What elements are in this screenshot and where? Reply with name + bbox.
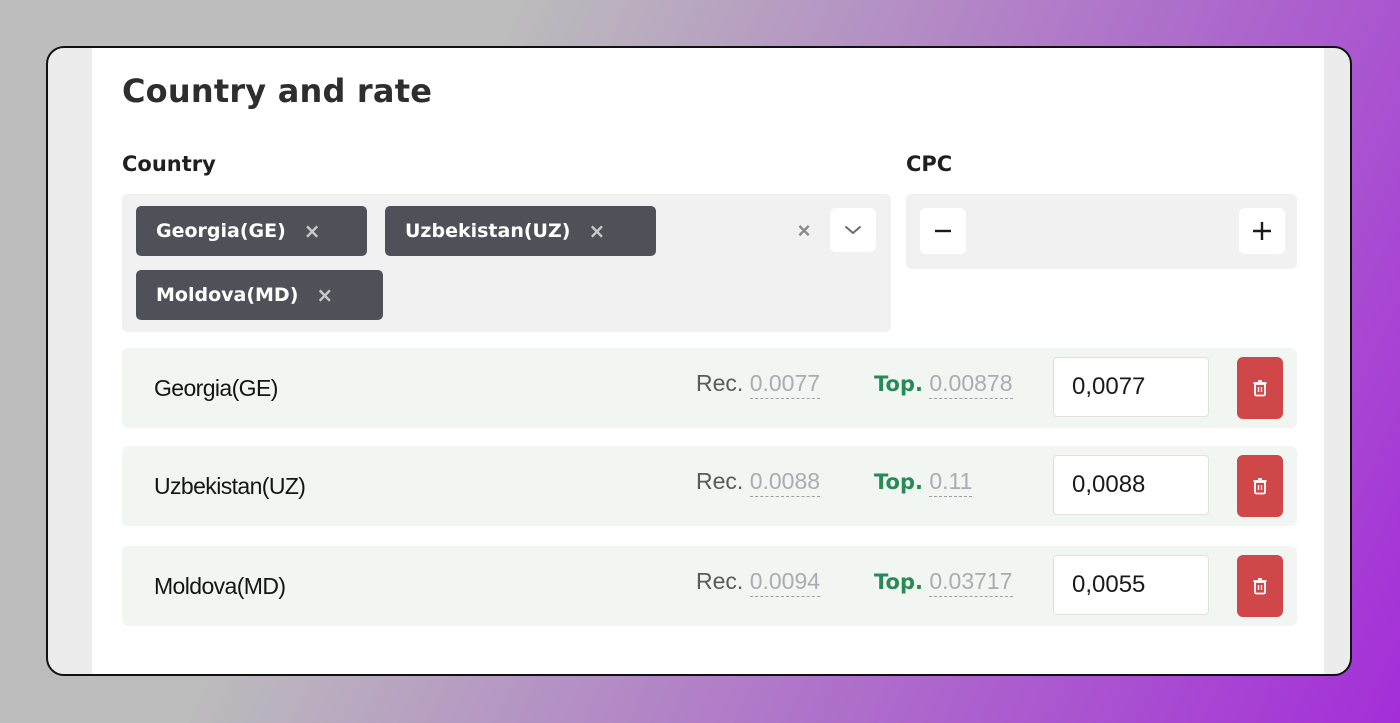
cpc-label: CPC: [906, 152, 953, 176]
top-label: Top.: [874, 372, 923, 396]
clear-all-icon[interactable]: ×: [792, 216, 816, 246]
rec-label: Rec.: [696, 468, 744, 494]
top-label: Top.: [874, 470, 923, 494]
trash-icon: [1253, 478, 1267, 495]
top-value-link[interactable]: 0.00878: [929, 370, 1013, 399]
rec-label: Rec.: [696, 568, 744, 594]
row-country-name: Uzbekistan(UZ): [154, 473, 306, 499]
top-value-link[interactable]: 0.03717: [929, 568, 1013, 597]
delete-rate-button[interactable]: [1237, 357, 1283, 419]
rec-value-link[interactable]: 0.0088: [749, 468, 821, 497]
recommended-rate: Rec. 0.0088: [696, 468, 821, 497]
delete-rate-button[interactable]: [1237, 455, 1283, 517]
rate-row: Moldova(MD) Rec. 0.0094 Top. 0.03717 0,0…: [122, 546, 1297, 626]
chip-remove-icon[interactable]: ×: [588, 219, 605, 243]
chip-label: Georgia(GE): [156, 220, 286, 242]
country-label: Country: [122, 152, 216, 176]
row-country-name: Georgia(GE): [154, 375, 278, 401]
country-rate-panel: Country and rate Country CPC Georgia(GE)…: [92, 48, 1324, 674]
plus-icon: [1253, 222, 1271, 240]
trash-icon: [1253, 578, 1267, 595]
top-value-link[interactable]: 0.11: [929, 468, 973, 497]
recommended-rate: Rec. 0.0094: [696, 568, 821, 597]
rate-input[interactable]: 0,0077: [1053, 357, 1209, 417]
country-chip-georgia: Georgia(GE) ×: [136, 206, 367, 256]
top-rate: Top. 0.00878: [874, 370, 1013, 399]
cpc-increase-button[interactable]: [1239, 208, 1285, 254]
rate-input[interactable]: 0,0088: [1053, 455, 1209, 515]
window-frame: Country and rate Country CPC Georgia(GE)…: [46, 46, 1352, 676]
country-chip-uzbekistan: Uzbekistan(UZ) ×: [385, 206, 656, 256]
rate-input[interactable]: 0,0055: [1053, 555, 1209, 615]
rec-label: Rec.: [696, 370, 744, 396]
rate-row: Georgia(GE) Rec. 0.0077 Top. 0.00878 0,0…: [122, 348, 1297, 428]
country-multiselect[interactable]: Georgia(GE) × Uzbekistan(UZ) × Moldova(M…: [122, 194, 891, 332]
chip-label: Uzbekistan(UZ): [405, 220, 571, 242]
chip-remove-icon[interactable]: ×: [316, 283, 333, 307]
top-label: Top.: [874, 570, 923, 594]
recommended-rate: Rec. 0.0077: [696, 370, 821, 399]
chip-label: Moldova(MD): [156, 284, 299, 306]
rec-value-link[interactable]: 0.0077: [749, 370, 821, 399]
delete-rate-button[interactable]: [1237, 555, 1283, 617]
top-rate: Top. 0.03717: [874, 568, 1013, 597]
chevron-down-icon: [845, 226, 861, 234]
minus-icon: [935, 229, 951, 233]
row-country-name: Moldova(MD): [154, 573, 286, 599]
cpc-stepper: [906, 194, 1297, 269]
top-rate: Top. 0.11: [874, 468, 973, 497]
section-title: Country and rate: [122, 72, 433, 110]
dropdown-toggle-button[interactable]: [830, 208, 876, 252]
trash-icon: [1253, 380, 1267, 397]
rec-value-link[interactable]: 0.0094: [749, 568, 821, 597]
country-chip-moldova: Moldova(MD) ×: [136, 270, 383, 320]
chip-remove-icon[interactable]: ×: [304, 219, 321, 243]
rate-row: Uzbekistan(UZ) Rec. 0.0088 Top. 0.11 0,0…: [122, 446, 1297, 526]
cpc-decrease-button[interactable]: [920, 208, 966, 254]
